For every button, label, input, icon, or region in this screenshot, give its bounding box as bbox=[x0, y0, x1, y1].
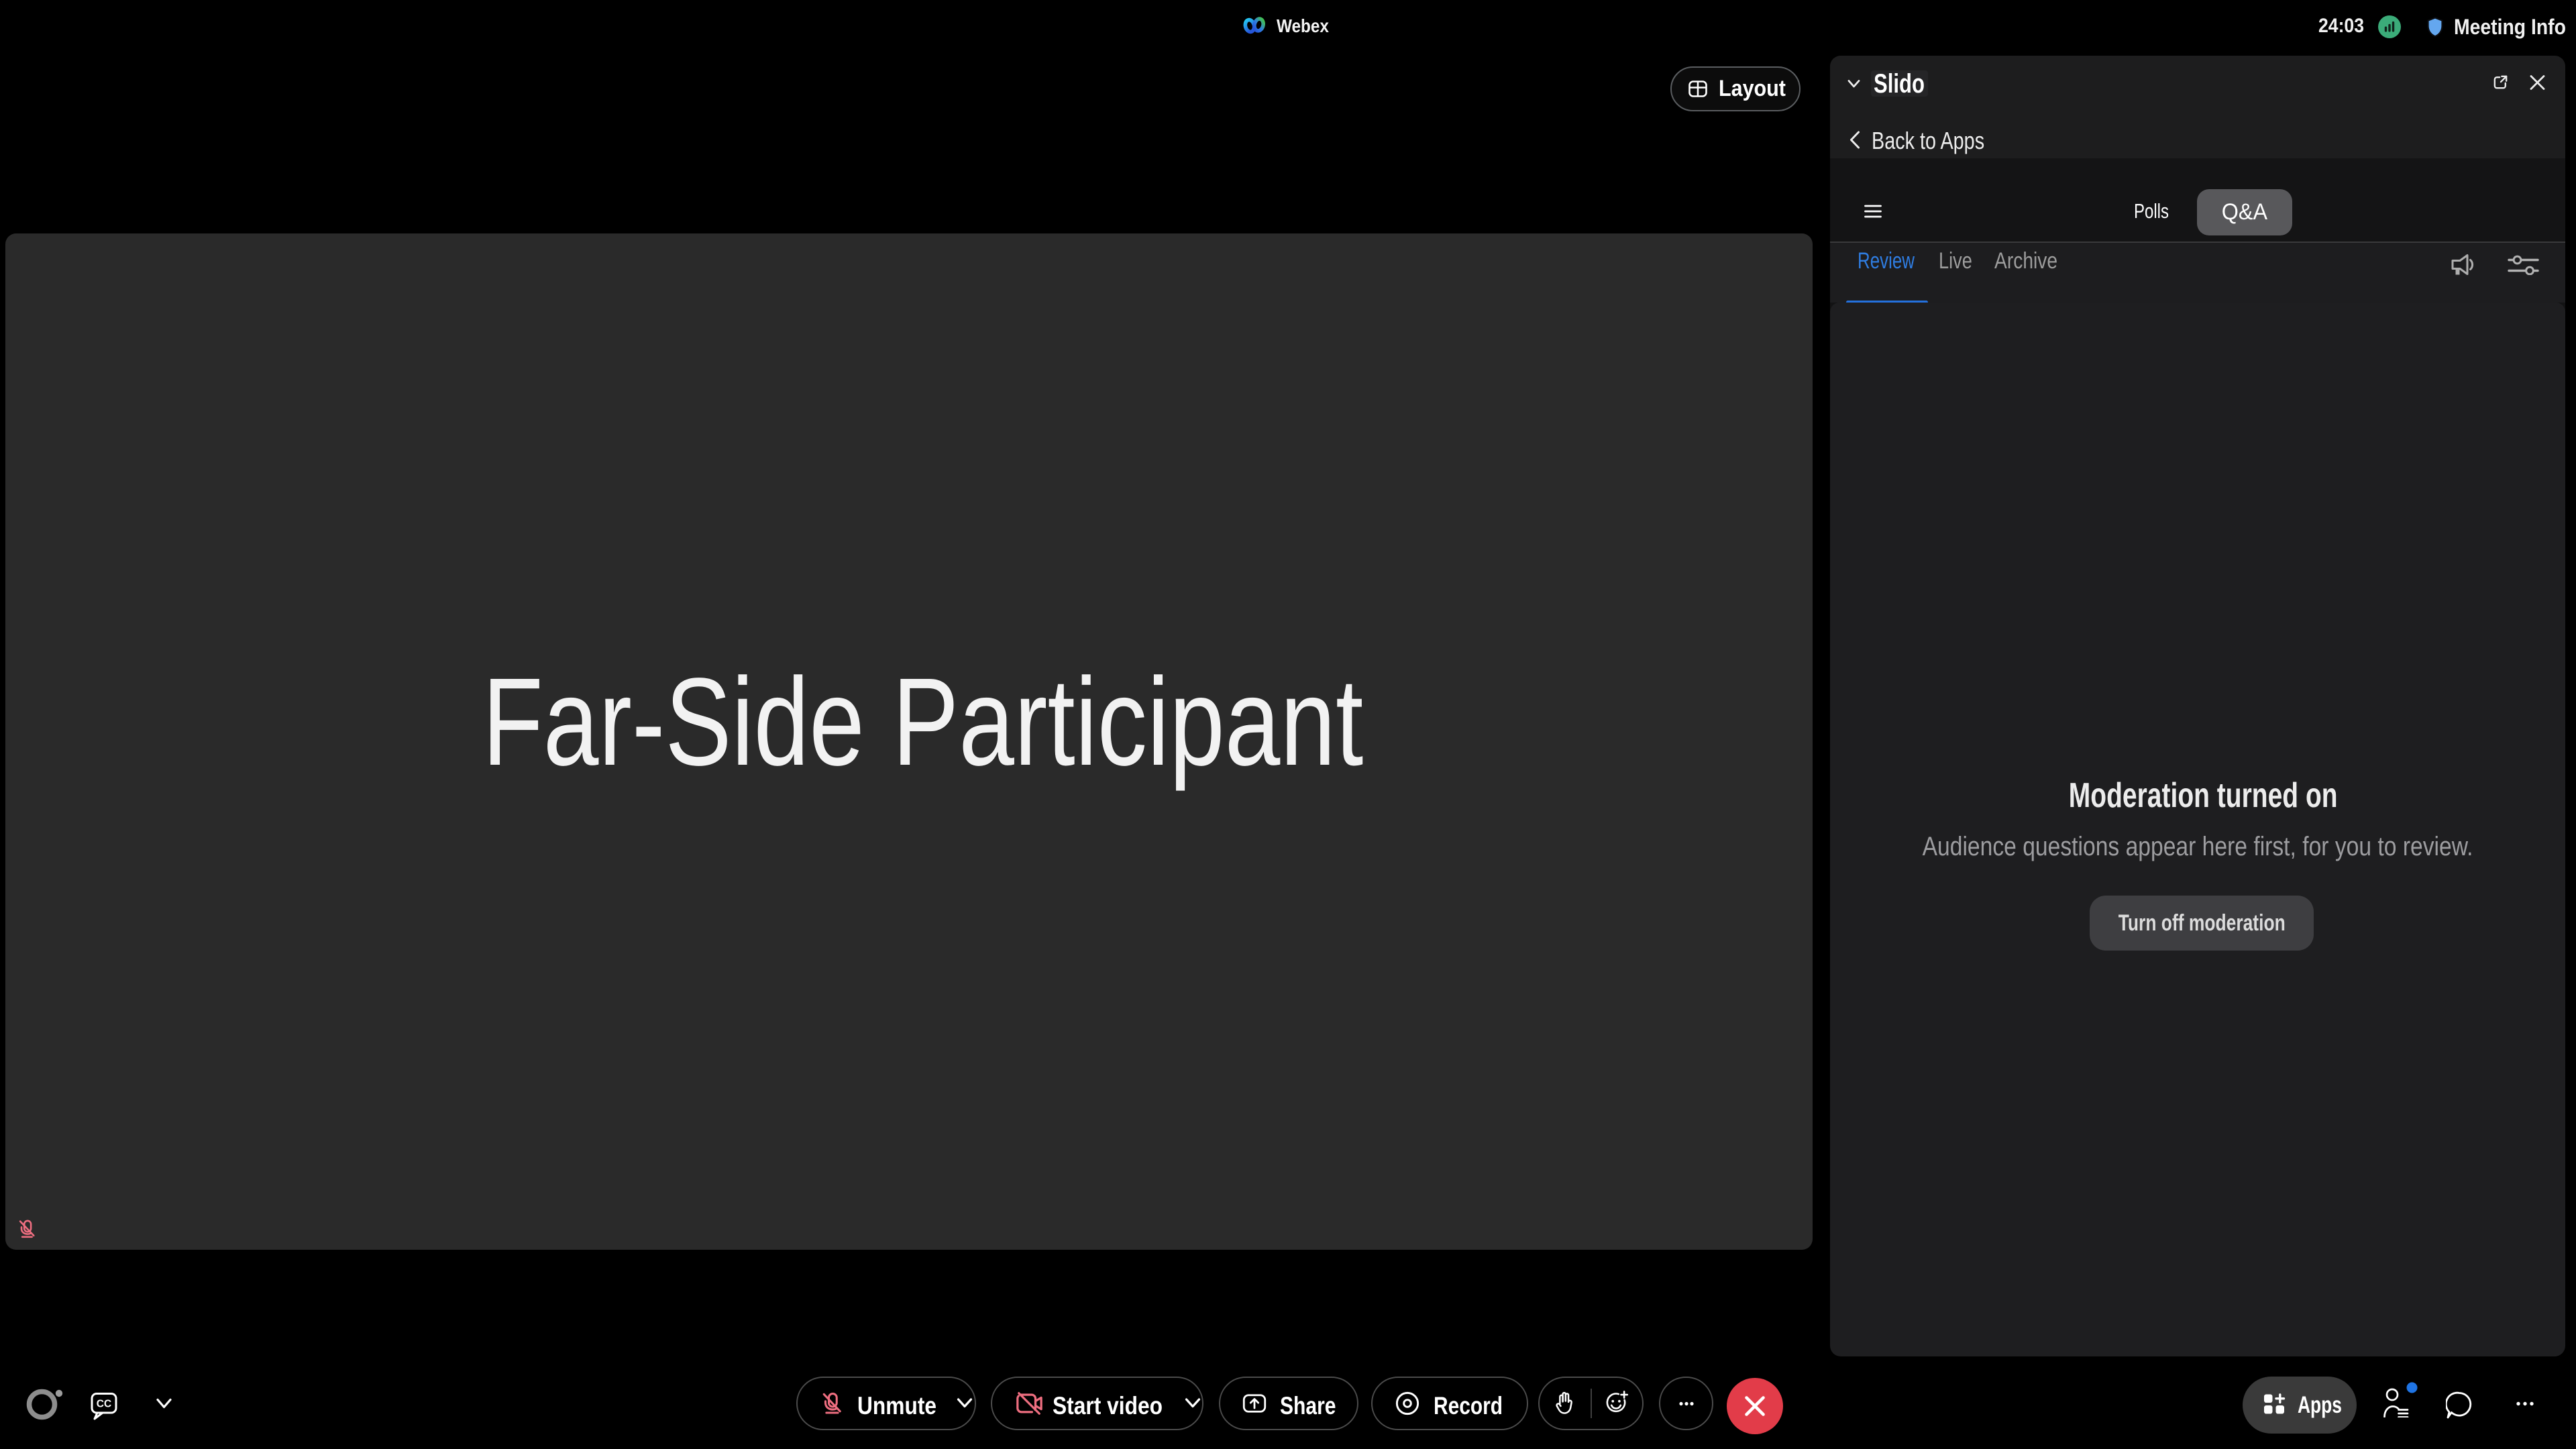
svg-text:CC: CC bbox=[97, 1399, 111, 1410]
